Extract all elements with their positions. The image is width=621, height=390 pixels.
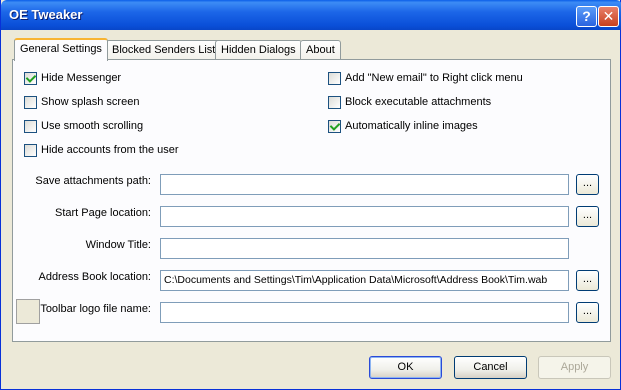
checkbox-checked-icon [24, 71, 37, 85]
checkbox-unchecked-icon [24, 143, 37, 157]
address-book-browse-button[interactable]: ... [576, 270, 599, 291]
block-exec-checkbox[interactable]: Block executable attachments [328, 95, 491, 109]
ok-button[interactable]: OK [369, 356, 442, 379]
help-icon[interactable]: ? [576, 6, 597, 27]
checkbox-checked-icon [328, 119, 341, 133]
show-splash-checkbox[interactable]: Show splash screen [24, 95, 139, 109]
checkbox-unchecked-icon [328, 95, 341, 109]
hide-accounts-checkbox[interactable]: Hide accounts from the user [24, 143, 179, 157]
tab-about[interactable]: About [300, 40, 341, 60]
inline-images-checkbox[interactable]: Automatically inline images [328, 119, 478, 133]
tab-hidden-dialogs[interactable]: Hidden Dialogs [215, 40, 302, 60]
smooth-scroll-label: Use smooth scrolling [41, 120, 144, 132]
window-title-input[interactable] [160, 238, 569, 259]
oe-tweaker-window: OE Tweaker ? ✕ General Settings Blocked … [0, 0, 621, 390]
tab-blocked-senders-list[interactable]: Blocked Senders List [106, 40, 222, 60]
toolbar-logo-preview [16, 299, 40, 324]
inline-images-label: Automatically inline images [345, 120, 478, 132]
cancel-button[interactable]: Cancel [454, 356, 527, 379]
save-attachments-browse-button[interactable]: ... [576, 174, 599, 195]
save-attachments-label: Save attachments path: [35, 175, 151, 187]
start-page-browse-button[interactable]: ... [576, 206, 599, 227]
block-exec-label: Block executable attachments [345, 96, 492, 108]
toolbar-logo-label: Toolbar logo file name: [40, 303, 151, 315]
start-page-label: Start Page location: [54, 207, 151, 219]
toolbar-logo-browse-button[interactable]: ... [576, 302, 599, 323]
checkbox-unchecked-icon [328, 71, 341, 85]
address-book-input[interactable]: C:\Documents and Settings\Tim\Applicatio… [160, 270, 569, 291]
window-title-label: Window Title: [85, 239, 151, 251]
hide-accounts-label: Hide accounts from the user [41, 144, 179, 156]
start-page-input[interactable] [160, 206, 569, 227]
show-splash-label: Show splash screen [41, 96, 140, 108]
hide-messenger-label: Hide Messenger [41, 72, 122, 84]
toolbar-logo-input[interactable] [160, 302, 569, 323]
title-bar[interactable]: OE Tweaker ? ✕ [1, 0, 621, 30]
apply-button[interactable]: Apply [538, 356, 611, 379]
new-email-menu-label: Add "New email" to Right click menu [345, 72, 523, 84]
smooth-scroll-checkbox[interactable]: Use smooth scrolling [24, 119, 143, 133]
new-email-menu-checkbox[interactable]: Add "New email" to Right click menu [328, 71, 523, 85]
hide-messenger-checkbox[interactable]: Hide Messenger [24, 71, 121, 85]
address-book-label: Address Book location: [38, 271, 151, 283]
checkbox-unchecked-icon [24, 119, 37, 133]
window-title: OE Tweaker [9, 7, 83, 22]
save-attachments-input[interactable] [160, 174, 569, 195]
checkbox-unchecked-icon [24, 95, 37, 109]
tab-general-settings[interactable]: General Settings [14, 38, 108, 61]
close-icon[interactable]: ✕ [598, 6, 619, 27]
